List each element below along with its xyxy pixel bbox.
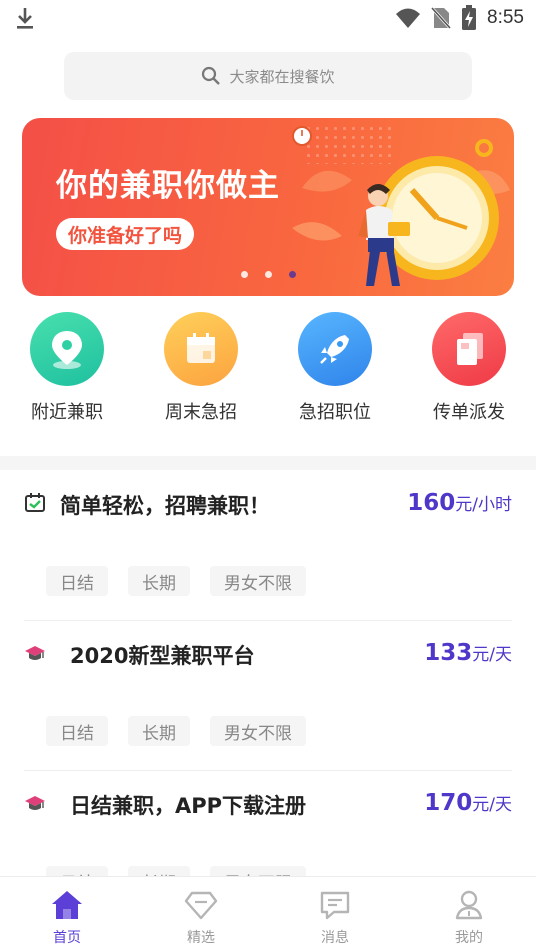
search-placeholder: 大家都在搜餐饮 [229,67,335,86]
job-item[interactable]: 2020新型兼职平台 133元/天 日结 长期 男女不限 [0,620,536,770]
job-tag: 男女不限 [210,566,306,596]
home-icon [52,891,82,919]
battery-charging-icon [462,5,477,30]
search-bar[interactable]: 大家都在搜餐饮 [64,52,472,100]
nav-label: 首页 [53,930,81,946]
job-pay-unit: 元/天 [472,795,512,815]
job-tags: 日结 长期 男女不限 [46,566,306,596]
nav-label: 消息 [321,930,349,946]
nav-featured[interactable]: 精选 [134,877,268,952]
banner-subtitle: 你准备好了吗 [56,218,195,250]
person-icon [455,890,483,920]
category-grid: 附近兼职 周末急招 急招职位 传单派发 [0,312,536,424]
job-list: 简单轻松，招聘兼职！ 160元/小时 日结 长期 男女不限 2020新型兼职平台… [0,470,536,878]
nav-messages[interactable]: 消息 [268,877,402,952]
category-flyer-distribution[interactable]: 传单派发 [402,312,536,424]
search-icon [202,66,221,85]
job-pay: 160元/小时 [407,490,512,516]
job-pay-amount: 133 [424,640,473,666]
pagination-dot-active[interactable] [288,271,296,278]
flyer-icon [432,312,506,386]
job-item[interactable]: 简单轻松，招聘兼职！ 160元/小时 日结 长期 男女不限 [0,470,536,620]
graduation-cap-icon [25,796,45,810]
job-pay-amount: 160 [407,490,456,516]
nav-profile[interactable]: 我的 [402,877,536,952]
category-weekend-urgent[interactable]: 周末急招 [134,312,268,424]
category-label: 附近兼职 [31,402,103,423]
pagination-dot[interactable] [240,271,248,278]
message-icon [320,891,350,920]
clock-illustration-icon [292,126,510,286]
job-tags: 日结 长期 男女不限 [46,716,306,746]
job-pay: 170元/天 [424,790,512,816]
graduation-cap-icon [25,646,45,660]
job-tag: 长期 [128,716,190,746]
job-title: 简单轻松，招聘兼职！ [60,494,270,518]
job-title: 日结兼职，APP下载注册 [70,794,307,818]
pagination-dot[interactable] [264,271,272,278]
wifi-icon [396,8,421,28]
calendar-icon [164,312,238,386]
category-nearby-jobs[interactable]: 附近兼职 [0,312,134,424]
job-item[interactable]: 日结兼职，APP下载注册 170元/天 日结 长期 男女不限 [0,770,536,878]
job-pay-amount: 170 [424,790,473,816]
job-pay-unit: 元/小时 [455,495,512,515]
banner-pagination [22,271,514,278]
nav-label: 我的 [455,930,483,946]
rocket-icon [298,312,372,386]
download-icon [17,8,33,29]
category-label: 传单派发 [433,402,505,423]
job-tag: 日结 [46,716,108,746]
job-tag: 日结 [46,566,108,596]
status-bar: 8:55 [0,0,536,36]
promo-banner[interactable]: 你的兼职你做主 你准备好了吗 [22,118,514,296]
section-divider [0,456,536,470]
bottom-nav: 首页 精选 消息 我的 [0,876,536,952]
location-pin-icon [30,312,104,386]
job-title: 2020新型兼职平台 [70,644,255,668]
category-urgent-positions[interactable]: 急招职位 [268,312,402,424]
nav-home[interactable]: 首页 [0,877,134,952]
status-time: 8:55 [487,7,524,28]
job-tag: 长期 [128,566,190,596]
diamond-icon [184,891,218,920]
job-pay: 133元/天 [424,640,512,666]
job-tag: 男女不限 [210,716,306,746]
category-label: 急招职位 [299,402,371,423]
no-sim-icon [431,6,452,30]
banner-title: 你的兼职你做主 [56,168,280,204]
calendar-check-icon [25,493,45,512]
nav-label: 精选 [187,930,215,946]
job-pay-unit: 元/天 [472,645,512,665]
category-label: 周末急招 [165,402,237,423]
